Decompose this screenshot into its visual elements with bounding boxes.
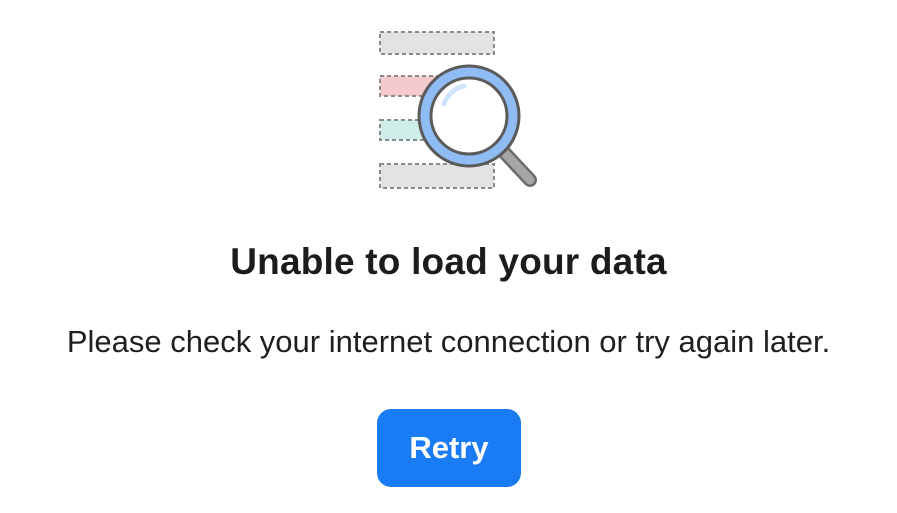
error-state: Unable to load your data Please check yo… [0, 0, 897, 513]
error-message: Please check your internet connection or… [66, 324, 831, 359]
document-search-icon [372, 26, 548, 194]
error-title: Unable to load your data [230, 241, 667, 282]
magnifier-lens [429, 76, 509, 156]
placeholder-row-4 [379, 163, 495, 189]
placeholder-row-1 [379, 31, 495, 55]
retry-button[interactable]: Retry [377, 409, 521, 487]
